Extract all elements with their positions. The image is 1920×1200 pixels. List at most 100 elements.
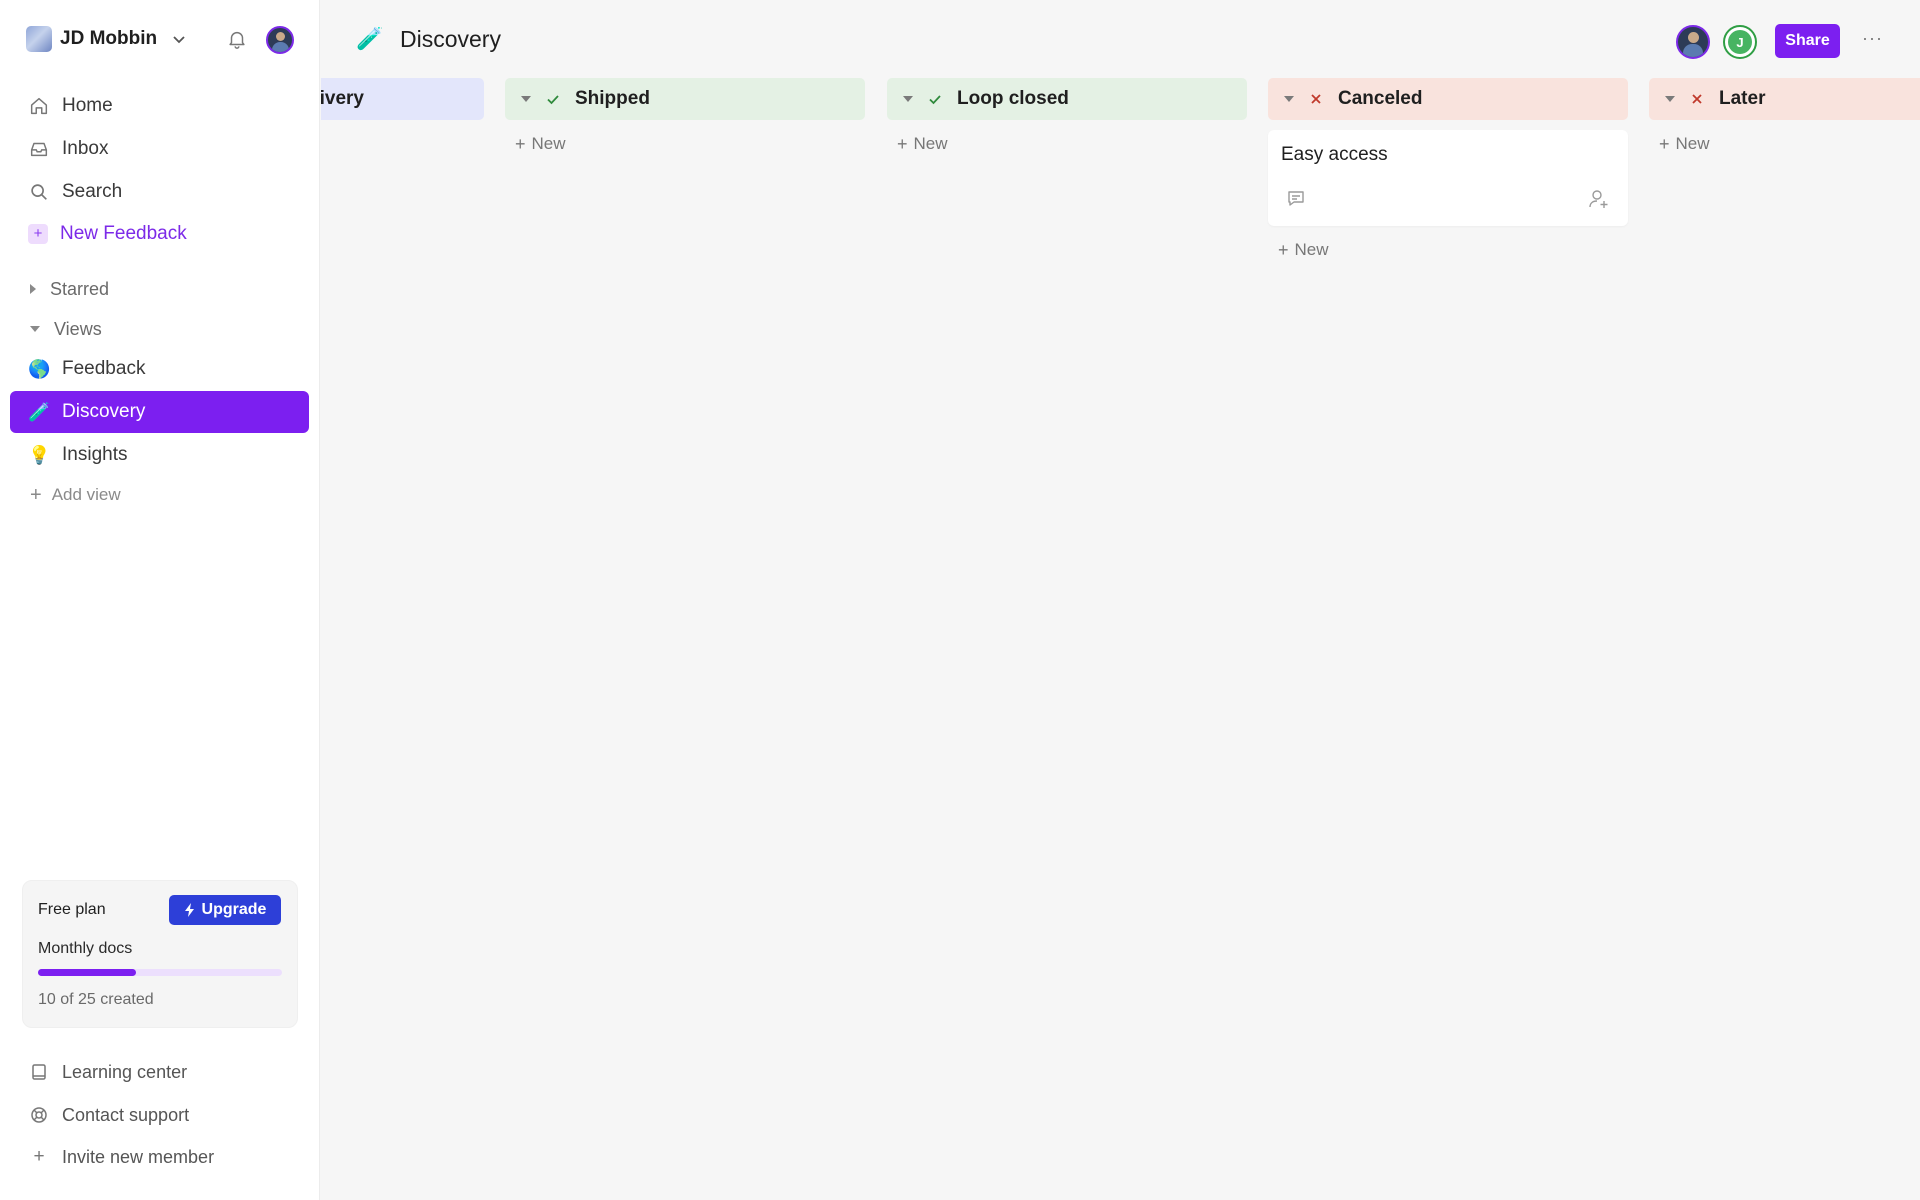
more-options-icon[interactable]: ··· [1862,28,1883,49]
board-column-loop-closed: Loop closed + New [887,78,1247,158]
x-icon [1692,94,1702,104]
plus-icon: + [1278,239,1289,260]
inbox-icon [30,142,48,157]
add-card-label: New [1675,134,1710,153]
user-avatar[interactable] [266,26,294,54]
caret-down-icon[interactable] [1665,96,1675,102]
lightbulb-icon: 💡 [28,444,51,465]
add-card-button[interactable]: + New [1659,130,1920,158]
nav-inbox[interactable]: Inbox [10,128,309,170]
search-icon [31,184,47,200]
learning-center-label: Learning center [62,1061,188,1082]
column-header[interactable]: ivery [321,78,484,120]
test-tube-icon: 🧪 [356,26,384,51]
column-header[interactable]: Later [1649,78,1920,120]
column-header[interactable]: Loop closed [887,78,1247,120]
docs-progress-bar [38,969,282,976]
collaborator-avatar[interactable]: J [1723,25,1757,59]
add-view-label: Add view [51,485,121,504]
share-button[interactable]: Share [1775,24,1840,58]
sidebar-item-label: Discovery [62,401,146,422]
add-card-label: New [531,134,566,153]
sidebar-item-insights[interactable]: 💡 Insights [10,434,309,476]
sidebar-item-feedback[interactable]: 🌎 Feedback [10,348,309,390]
upgrade-button[interactable]: Upgrade [169,895,281,925]
bell-icon[interactable] [226,28,248,50]
board-column-delivery: ivery [321,78,484,120]
add-card-label: New [1294,240,1329,259]
workspace-switcher[interactable]: JD Mobbin [26,24,187,54]
plus-icon: + [897,133,908,154]
board-column-later: Later + New [1649,78,1920,158]
column-header[interactable]: Canceled [1268,78,1628,120]
nav-inbox-label: Inbox [62,138,109,159]
docs-progress-fill [38,969,136,976]
sidebar-item-discovery[interactable]: 🧪 Discovery [10,391,309,433]
add-view-button[interactable]: + Add view [30,480,121,510]
kanban-board: ivery Shipped + New Loop closed + New Canc… [321,78,1920,1200]
starred-label: Starred [50,278,110,299]
nav-home-label: Home [62,95,113,116]
comment-icon[interactable] [1286,188,1306,208]
starred-section-toggle[interactable]: Starred [30,274,109,304]
column-title: Later [1719,88,1766,109]
caret-down-icon[interactable] [903,96,913,102]
add-card-button[interactable]: + New [897,130,1247,158]
views-label: Views [54,318,102,339]
sidebar-item-label: Insights [62,444,128,465]
contact-support-link[interactable]: Contact support [30,1100,189,1130]
plan-title: Free plan [38,901,106,918]
column-title: Loop closed [957,88,1069,109]
caret-down-icon[interactable] [521,96,531,102]
monthly-docs-label: Monthly docs [38,940,133,957]
add-card-label: New [913,134,948,153]
test-tube-icon: 🧪 [28,401,51,422]
chevron-down-icon [173,36,185,44]
caret-right-icon [30,284,36,294]
board-column-shipped: Shipped + New [505,78,865,158]
contact-support-label: Contact support [62,1104,190,1125]
board-card[interactable]: Easy access [1268,130,1628,226]
x-icon [1311,94,1321,104]
caret-down-icon[interactable] [1284,96,1294,102]
check-icon [929,95,941,105]
plus-icon: + [28,224,48,244]
card-title: Easy access [1281,144,1388,165]
plan-card: Free plan Upgrade Monthly docs 10 of 25 … [22,880,298,1028]
check-icon [547,95,559,105]
sidebar: JD Mobbin Home Inbox Search + New Feedba… [0,0,320,1200]
new-feedback-button[interactable]: + New Feedback [10,213,309,255]
lightning-icon [184,903,194,917]
sidebar-item-label: Feedback [62,358,146,379]
collaborator-avatar[interactable] [1676,25,1710,59]
page-title: Discovery [400,26,501,52]
upgrade-label: Upgrade [201,901,267,918]
views-section-toggle[interactable]: Views [30,314,102,344]
add-card-button[interactable]: + New [515,130,865,158]
home-icon [30,97,48,115]
workspace-logo [26,26,52,52]
learning-center-link[interactable]: Learning center [30,1057,187,1087]
book-icon [32,1064,46,1080]
column-header[interactable]: Shipped [505,78,865,120]
plus-icon: + [30,483,42,506]
plus-icon: + [1659,133,1670,154]
docs-count: 10 of 25 created [38,991,154,1008]
plus-icon: + [515,133,526,154]
plus-icon: + [33,1146,45,1167]
nav-home[interactable]: Home [10,85,309,127]
nav-search-label: Search [62,181,123,202]
column-title: ivery [321,88,364,109]
column-title: Shipped [575,88,650,109]
invite-member-link[interactable]: + Invite new member [30,1142,214,1172]
add-assignee-icon[interactable] [1588,188,1610,210]
column-title: Canceled [1338,88,1423,109]
workspace-name: JD Mobbin [60,28,158,49]
invite-member-label: Invite new member [62,1146,215,1167]
add-card-button[interactable]: + New [1278,236,1628,264]
board-column-canceled: Canceled Easy access + New [1268,78,1628,264]
nav-search[interactable]: Search [10,171,309,213]
lifebuoy-icon [31,1107,47,1123]
new-feedback-label: New Feedback [60,223,187,244]
globe-icon: 🌎 [28,358,51,379]
